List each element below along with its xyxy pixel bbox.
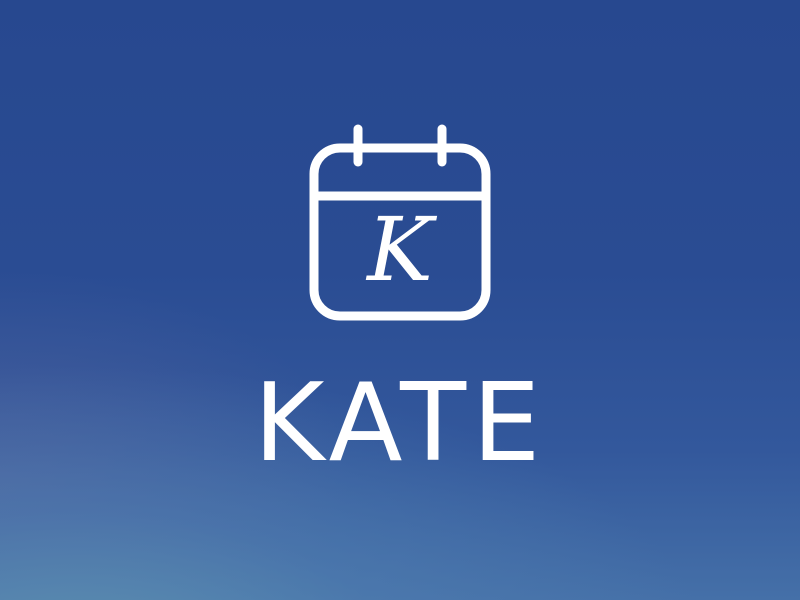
splash-screen: K KATE xyxy=(0,0,800,600)
calendar-icon: K xyxy=(309,124,491,321)
app-name: KATE xyxy=(253,361,547,486)
logo-letter: K xyxy=(365,198,437,301)
